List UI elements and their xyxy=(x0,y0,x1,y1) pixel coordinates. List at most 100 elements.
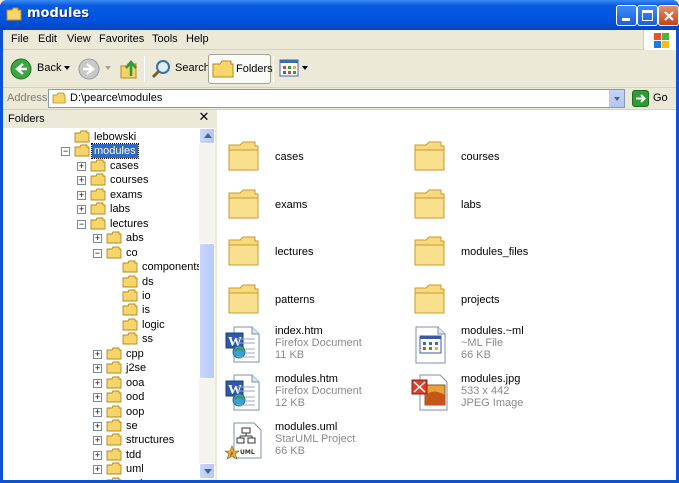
expand-icon[interactable]: + xyxy=(93,378,102,388)
expand-icon[interactable]: + xyxy=(77,205,86,215)
tree-item[interactable]: − co xyxy=(3,246,199,260)
folder-item[interactable]: modules_files xyxy=(411,231,611,275)
folder-item[interactable]: exams xyxy=(225,184,425,228)
expand-icon[interactable]: + xyxy=(93,349,102,359)
item-size: 66 KB xyxy=(275,445,305,457)
tree-item[interactable]: is xyxy=(3,303,199,317)
expand-icon[interactable]: + xyxy=(93,393,102,403)
expand-icon[interactable]: + xyxy=(93,234,102,244)
tree-item-label: cpp xyxy=(126,347,144,360)
file-item[interactable]: Wmodules.htm Firefox Document 12 KB xyxy=(225,373,425,417)
folder-item[interactable]: labs xyxy=(411,184,611,228)
file-item[interactable]: UML modules.uml StarUML Project 66 KB xyxy=(224,421,425,465)
menu-file[interactable]: File xyxy=(11,33,29,45)
tree-item-label: io xyxy=(142,289,151,302)
close-button[interactable] xyxy=(658,5,679,26)
tree-item[interactable]: + ooa xyxy=(3,376,199,390)
address-dropdown-button[interactable] xyxy=(609,90,624,107)
tree-item[interactable]: + uml xyxy=(3,462,199,476)
minimize-button[interactable] xyxy=(616,5,637,26)
tree-item[interactable]: ss xyxy=(3,332,199,346)
folder-tree-scrollbar[interactable] xyxy=(199,128,215,480)
title-bar[interactable]: modules xyxy=(0,0,679,30)
file-item[interactable]: modules.~ml ~ML File 66 KB xyxy=(411,325,611,369)
tree-item[interactable]: ds xyxy=(3,275,199,289)
tree-item[interactable]: + tdd xyxy=(3,448,199,462)
up-button[interactable] xyxy=(117,54,141,84)
tree-item[interactable]: components xyxy=(3,260,199,274)
tree-item[interactable]: + abs xyxy=(3,231,199,245)
tree-item[interactable]: + ood xyxy=(3,390,199,404)
tree-item[interactable]: logic xyxy=(3,318,199,332)
folder-icon xyxy=(106,448,122,461)
tree-item[interactable]: lebowski xyxy=(3,130,199,144)
up-folder-icon xyxy=(120,59,137,79)
folder-icon xyxy=(122,332,138,345)
address-input[interactable]: D:\pearce\modules xyxy=(48,89,625,108)
close-icon xyxy=(664,11,674,21)
folder-item[interactable]: cases xyxy=(225,136,425,180)
folder-icon xyxy=(122,303,138,316)
collapse-icon[interactable]: − xyxy=(61,147,70,157)
folder-item[interactable]: projects xyxy=(411,279,611,323)
close-icon[interactable]: ✕ xyxy=(197,111,211,125)
tree-item[interactable]: +web xyxy=(3,477,199,480)
expand-icon[interactable]: + xyxy=(77,190,86,200)
tree-item[interactable]: + j2se xyxy=(3,361,199,375)
expand-icon[interactable]: + xyxy=(93,450,102,460)
tree-item[interactable]: + labs xyxy=(3,202,199,216)
collapse-icon[interactable]: − xyxy=(93,248,102,258)
views-dropdown-icon[interactable] xyxy=(302,66,308,70)
folder-item[interactable]: courses xyxy=(411,136,611,180)
tree-item[interactable]: + exams xyxy=(3,188,199,202)
item-name: modules_files xyxy=(461,246,529,258)
folder-icon xyxy=(6,7,22,21)
tree-item-label: logic xyxy=(142,318,165,331)
windows-logo-icon xyxy=(643,30,676,50)
expand-icon[interactable]: + xyxy=(93,364,102,374)
folders-button[interactable]: Folders xyxy=(208,54,273,84)
collapse-icon[interactable]: − xyxy=(77,219,86,229)
tree-item[interactable]: − lectures xyxy=(3,217,199,231)
tree-item[interactable]: io xyxy=(3,289,199,303)
tree-item-label: labs xyxy=(110,203,131,216)
folder-item[interactable]: patterns xyxy=(225,279,425,323)
tree-item[interactable]: + se xyxy=(3,419,199,433)
item-size: 66 KB xyxy=(461,349,491,361)
menu-help[interactable]: Help xyxy=(186,33,209,45)
menu-tools[interactable]: Tools xyxy=(152,33,178,45)
tree-item[interactable]: + cases xyxy=(3,159,199,173)
expand-icon[interactable]: + xyxy=(93,465,102,475)
folders-pane: Folders ✕ lebowski − modules + cases + courses… xyxy=(3,110,215,480)
scroll-up-button[interactable] xyxy=(199,128,215,144)
file-item[interactable]: modules.jpg 533 x 442 JPEG Image xyxy=(411,373,611,417)
back-dropdown-icon[interactable] xyxy=(64,66,70,70)
tree-item[interactable]: + structures xyxy=(3,433,199,447)
expand-icon[interactable]: + xyxy=(77,176,86,186)
search-button[interactable]: Search xyxy=(148,54,210,84)
go-button[interactable]: Go xyxy=(630,89,674,108)
tree-item[interactable]: − modules xyxy=(3,143,199,160)
expand-icon[interactable]: + xyxy=(93,407,102,417)
expand-icon[interactable]: + xyxy=(93,422,102,431)
forward-dropdown-icon[interactable] xyxy=(105,66,111,70)
tree-item-label: abs xyxy=(126,232,144,245)
folder-item[interactable]: lectures xyxy=(225,231,425,275)
tree-item[interactable]: + courses xyxy=(3,173,199,187)
maximize-button[interactable] xyxy=(637,5,658,26)
address-bar: Address D:\pearce\modules Go xyxy=(3,88,676,110)
scroll-thumb[interactable] xyxy=(199,243,215,379)
views-button[interactable] xyxy=(277,54,309,84)
expand-icon[interactable]: + xyxy=(93,436,102,446)
tree-item[interactable]: + cpp xyxy=(3,347,199,361)
expand-icon[interactable]: + xyxy=(77,161,86,171)
menu-favorites[interactable]: Favorites xyxy=(99,33,144,45)
tree-item[interactable]: + oop xyxy=(3,405,199,419)
menu-edit[interactable]: Edit xyxy=(38,33,57,45)
file-item[interactable]: Windex.htm Firefox Document 11 KB xyxy=(225,325,425,369)
scroll-down-button[interactable] xyxy=(199,463,215,479)
folder-icon xyxy=(413,282,453,322)
forward-button[interactable] xyxy=(75,54,115,84)
back-button[interactable]: Back xyxy=(7,54,70,84)
menu-view[interactable]: View xyxy=(67,33,91,45)
